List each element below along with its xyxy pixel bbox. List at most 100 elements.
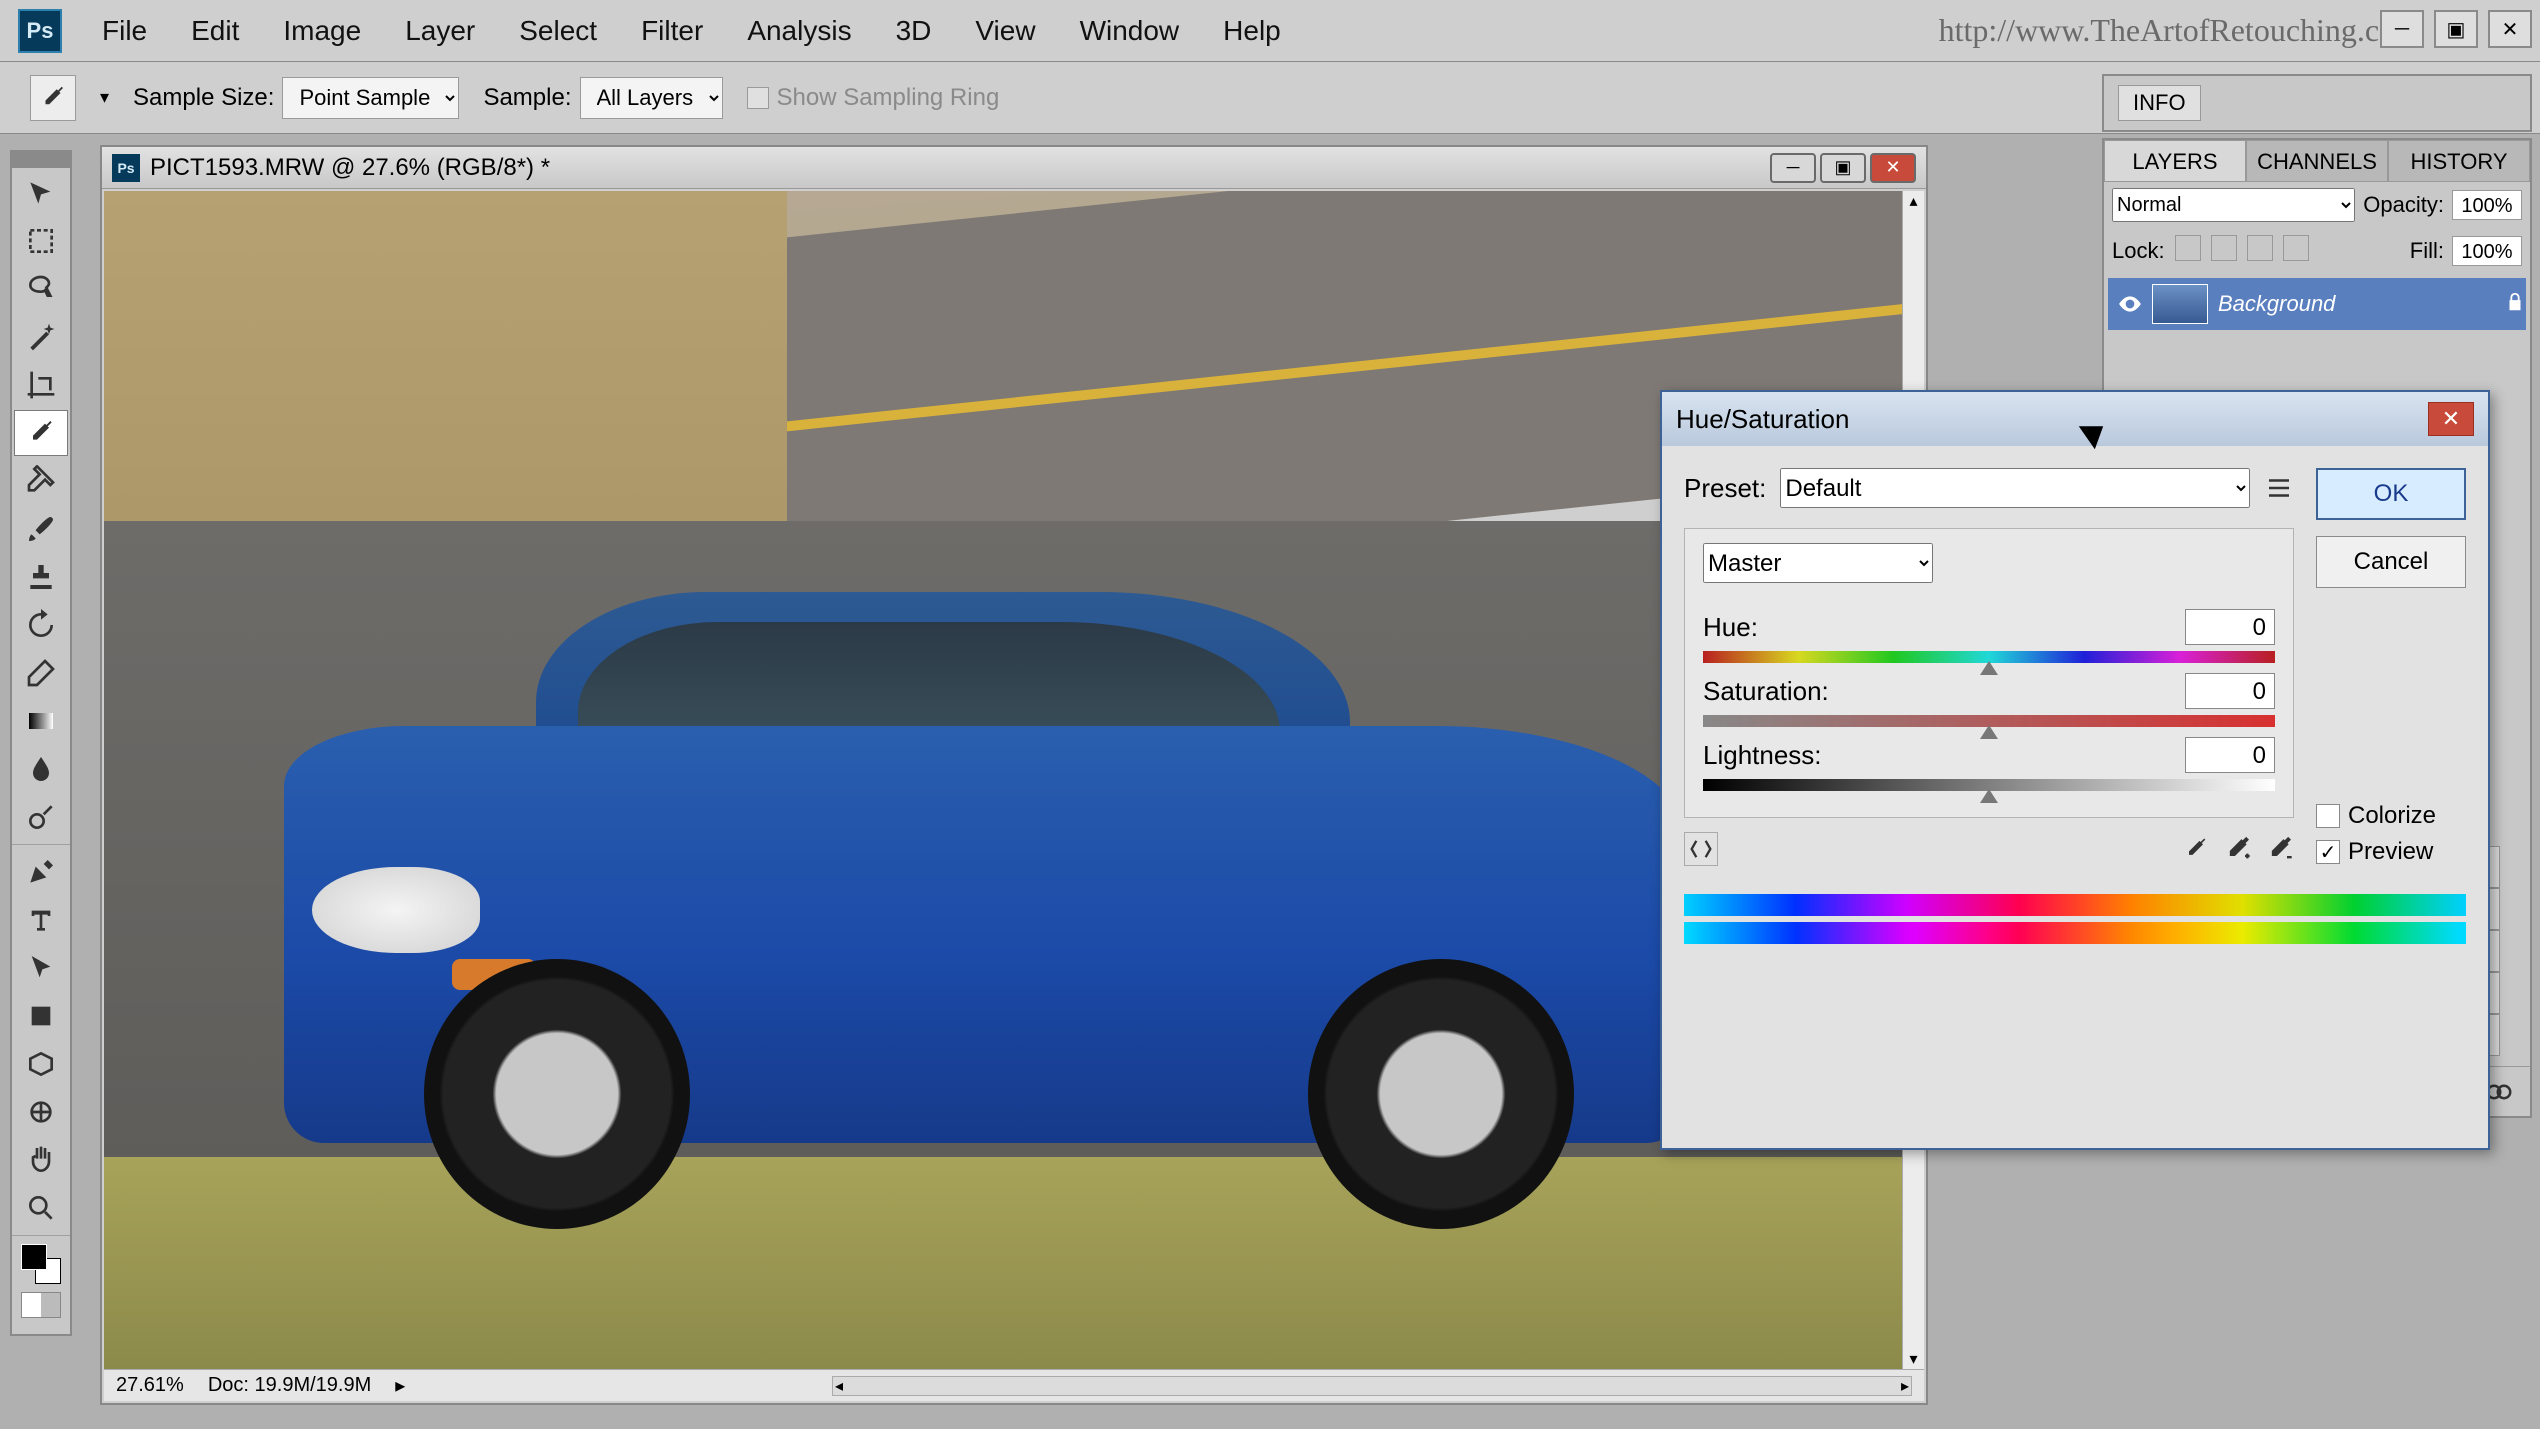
lasso-tool-icon[interactable] [14,266,68,312]
menu-3d[interactable]: 3D [874,15,954,47]
doc-size-readout: Doc: 19.9M/19.9M [208,1374,371,1397]
blend-mode-dropdown[interactable]: Normal [2112,188,2355,222]
colorize-checkbox[interactable] [2316,804,2340,828]
dialog-close-icon[interactable]: ✕ [2428,402,2474,436]
move-tool-icon[interactable] [14,170,68,216]
menu-filter[interactable]: Filter [619,15,725,47]
win-close-icon[interactable]: ✕ [2488,10,2532,48]
eyedropper-minus-icon[interactable] [2266,835,2294,863]
eyedropper-plus-icon[interactable] [2224,835,2252,863]
fill-value[interactable]: 100% [2452,236,2522,266]
preset-menu-icon[interactable] [2264,473,2294,503]
menu-image[interactable]: Image [261,15,383,47]
color-swatches[interactable] [21,1244,61,1284]
sample-size-dropdown[interactable]: Point Sample [282,77,459,119]
lock-position-icon[interactable] [2247,235,2273,261]
preset-label: Preset: [1684,473,1766,504]
gradient-tool-icon[interactable] [14,698,68,744]
pen-tool-icon[interactable] [14,849,68,895]
menu-view[interactable]: View [953,15,1057,47]
output-spectrum-bar [1684,922,2466,944]
3d-camera-icon[interactable] [14,1089,68,1135]
lightness-value[interactable]: 0 [2185,737,2275,773]
menu-select[interactable]: Select [497,15,619,47]
saturation-slider[interactable] [1703,715,2275,727]
history-brush-icon[interactable] [14,602,68,648]
wand-tool-icon[interactable] [14,314,68,360]
opacity-value[interactable]: 100% [2452,190,2522,220]
app-badge: Ps [18,9,62,53]
zoom-tool-icon[interactable] [14,1185,68,1231]
current-tool-eyedropper-icon[interactable] [30,75,76,121]
eraser-tool-icon[interactable] [14,650,68,696]
lock-all-icon[interactable] [2283,235,2309,261]
info-tab[interactable]: INFO [2118,85,2201,121]
type-tool-icon[interactable] [14,897,68,943]
lock-buttons[interactable] [2173,235,2311,267]
menu-analysis[interactable]: Analysis [725,15,873,47]
sample-dropdown[interactable]: All Layers [580,77,723,119]
hand-tool-icon[interactable] [14,1137,68,1183]
zoom-readout[interactable]: 27.61% [116,1374,184,1397]
doc-close-icon[interactable]: ✕ [1870,153,1916,183]
document-title: PICT1593.MRW @ 27.6% (RGB/8*) * [150,154,550,182]
channel-dropdown[interactable]: Master [1703,543,1933,583]
horizontal-scrollbar[interactable] [832,1376,1912,1396]
show-sampling-ring-checkbox[interactable] [747,87,769,109]
stamp-tool-icon[interactable] [14,554,68,600]
hue-slider[interactable] [1703,651,2275,663]
fill-label: Fill: [2410,238,2444,264]
document-titlebar[interactable]: Ps PICT1593.MRW @ 27.6% (RGB/8*) * ─ ▣ ✕ [102,147,1926,189]
colorize-label: Colorize [2348,802,2436,830]
healing-tool-icon[interactable] [14,458,68,504]
document-canvas[interactable] [104,191,1902,1369]
menu-window[interactable]: Window [1058,15,1202,47]
document-badge-icon: Ps [112,154,140,182]
menu-layer[interactable]: Layer [383,15,497,47]
layer-row-background[interactable]: Background [2108,278,2526,330]
lock-transparent-icon[interactable] [2175,235,2201,261]
eyedropper-tool-icon[interactable] [14,410,68,456]
layer-name: Background [2218,291,2504,317]
sample-label: Sample: [483,84,571,112]
win-minimize-icon[interactable]: ─ [2380,10,2424,48]
dialog-titlebar[interactable]: Hue/Saturation ✕ [1662,392,2488,446]
car-subject [284,592,1686,1205]
lightness-label: Lightness: [1703,740,1822,771]
hue-value[interactable]: 0 [2185,609,2275,645]
doc-restore-icon[interactable]: ▣ [1820,153,1866,183]
quick-mask-toggle-icon[interactable] [21,1292,61,1318]
crop-tool-icon[interactable] [14,362,68,408]
cancel-button[interactable]: Cancel [2316,536,2466,588]
tab-channels[interactable]: CHANNELS [2246,140,2388,182]
saturation-value[interactable]: 0 [2185,673,2275,709]
ok-button[interactable]: OK [2316,468,2466,520]
layer-thumbnail [2152,284,2208,324]
dodge-tool-icon[interactable] [14,794,68,840]
tab-history[interactable]: HISTORY [2388,140,2530,182]
scrubby-adjust-icon[interactable] [1684,832,1718,866]
3d-tool-icon[interactable] [14,1041,68,1087]
path-select-icon[interactable] [14,945,68,991]
input-spectrum-bar [1684,894,2466,916]
preset-dropdown[interactable]: Default [1780,468,2250,508]
lightness-slider[interactable] [1703,779,2275,791]
opacity-label: Opacity: [2363,192,2444,218]
menu-edit[interactable]: Edit [169,15,261,47]
menu-help[interactable]: Help [1201,15,1303,47]
tab-layers[interactable]: LAYERS [2104,140,2246,182]
lock-pixels-icon[interactable] [2211,235,2237,261]
brush-tool-icon[interactable] [14,506,68,552]
blur-tool-icon[interactable] [14,746,68,792]
watermark-url: http://www.TheArtofRetouching.com [1939,12,2420,49]
marquee-tool-icon[interactable] [14,218,68,264]
shape-tool-icon[interactable] [14,993,68,1039]
eyedropper-icon[interactable] [2182,835,2210,863]
hue-label: Hue: [1703,612,1758,643]
info-panel[interactable]: INFO [2102,74,2532,132]
menu-file[interactable]: File [80,15,169,47]
preview-checkbox[interactable]: ✓ [2316,840,2340,864]
layer-visibility-eye-icon[interactable] [2108,291,2152,317]
doc-minimize-icon[interactable]: ─ [1770,153,1816,183]
win-restore-icon[interactable]: ▣ [2434,10,2478,48]
